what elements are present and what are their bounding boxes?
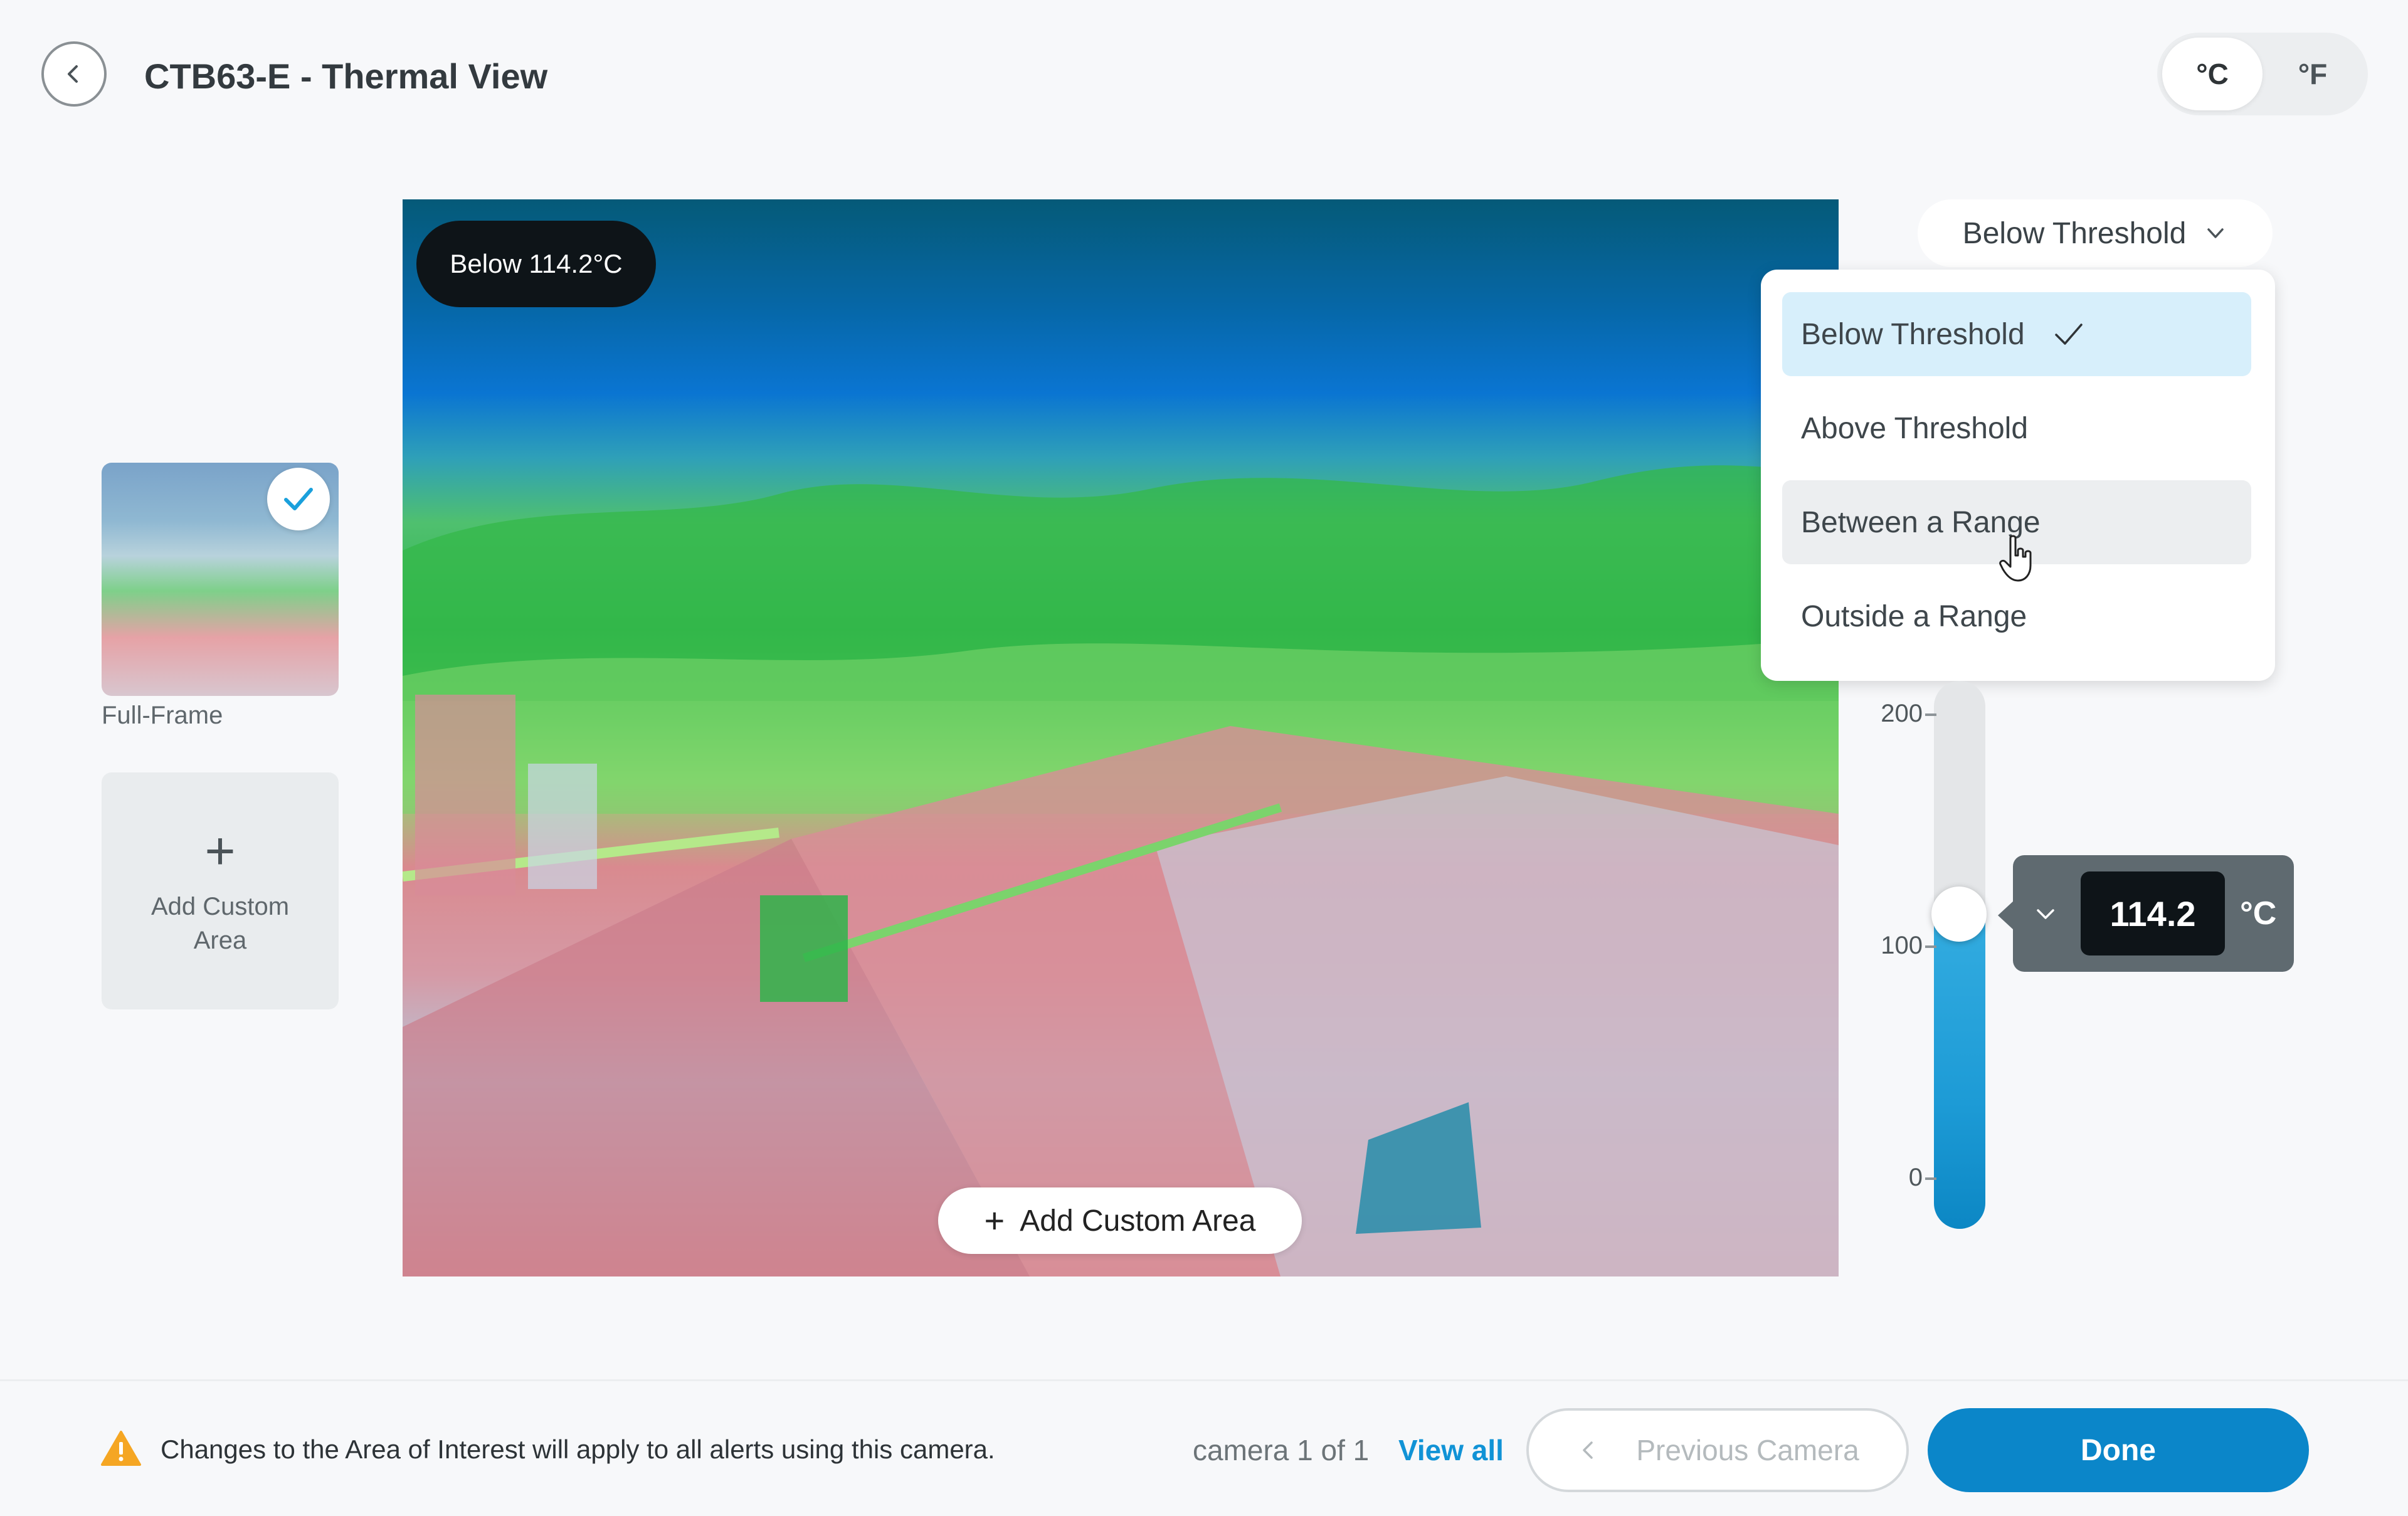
plus-icon: + xyxy=(984,1201,1005,1240)
temperature-slider-handle[interactable] xyxy=(1931,887,1987,942)
menu-item-above-threshold[interactable]: Above Threshold xyxy=(1782,386,2251,470)
thermal-image xyxy=(403,199,1839,1276)
add-custom-area-button-label: Add Custom Area xyxy=(1020,1204,1256,1238)
menu-item-label: Below Threshold xyxy=(1801,317,2025,351)
unit-toggle: °C °F xyxy=(2157,33,2368,115)
warning-message: Changes to the Area of Interest will app… xyxy=(161,1434,995,1464)
scale-label-0: 0 xyxy=(1908,1164,1923,1191)
chevron-down-icon xyxy=(2207,228,2224,238)
footer-divider xyxy=(0,1379,2408,1381)
done-button[interactable]: Done xyxy=(1928,1408,2309,1492)
previous-camera-button[interactable]: Previous Camera xyxy=(1526,1408,1909,1492)
pointer-cursor-icon xyxy=(1999,535,2032,582)
add-custom-area-label: Add Custom Area xyxy=(150,893,290,954)
menu-item-label: Outside a Range xyxy=(1801,599,2027,633)
threshold-mode-menu: Below Threshold Above Threshold Between … xyxy=(1761,270,2275,681)
chevron-down-icon[interactable] xyxy=(2032,900,2059,928)
check-icon xyxy=(2054,324,2083,345)
menu-item-outside-range[interactable]: Outside a Range xyxy=(1782,574,2251,658)
scale-label-100: 100 xyxy=(1881,932,1923,959)
view-all-link[interactable]: View all xyxy=(1398,1428,1504,1472)
threshold-mode-select[interactable]: Below Threshold xyxy=(1918,199,2273,267)
back-button[interactable] xyxy=(41,41,107,107)
page-title: CTB63-E - Thermal View xyxy=(144,56,548,96)
full-frame-label: Full-Frame xyxy=(102,702,223,729)
unit-celsius-option[interactable]: °C xyxy=(2162,38,2263,110)
scale-tick xyxy=(1925,713,1936,716)
add-custom-area-tile[interactable]: + Add Custom Area xyxy=(102,772,339,1009)
threshold-badge: Below 114.2°C xyxy=(416,221,656,307)
scale-label-200: 200 xyxy=(1881,700,1923,727)
scale-tick xyxy=(1925,945,1936,948)
temperature-unit-label: °C xyxy=(2240,895,2277,932)
camera-count: camera 1 of 1 xyxy=(1193,1434,1370,1466)
scale-tick xyxy=(1925,1177,1936,1180)
selected-check-icon xyxy=(267,468,330,530)
add-custom-area-button[interactable]: + Add Custom Area xyxy=(938,1187,1302,1254)
menu-item-label: Above Threshold xyxy=(1801,411,2029,445)
menu-item-below-threshold[interactable]: Below Threshold xyxy=(1782,292,2251,376)
popover-caret xyxy=(1998,900,2014,930)
plus-icon: + xyxy=(204,821,236,880)
threshold-mode-value: Below Threshold xyxy=(1962,216,2187,250)
temperature-value-input[interactable]: 114.2 xyxy=(2081,871,2225,955)
warning-icon xyxy=(101,1431,141,1466)
thermal-scene-graphic xyxy=(403,465,1839,1276)
unit-fahrenheit-option[interactable]: °F xyxy=(2263,38,2363,110)
temperature-popover: 114.2 °C xyxy=(2013,855,2294,972)
chevron-left-icon xyxy=(1583,1441,1593,1459)
temperature-slider-fill xyxy=(1934,914,1985,1229)
chevron-left-icon xyxy=(68,65,78,83)
previous-camera-label: Previous Camera xyxy=(1636,1434,1859,1466)
